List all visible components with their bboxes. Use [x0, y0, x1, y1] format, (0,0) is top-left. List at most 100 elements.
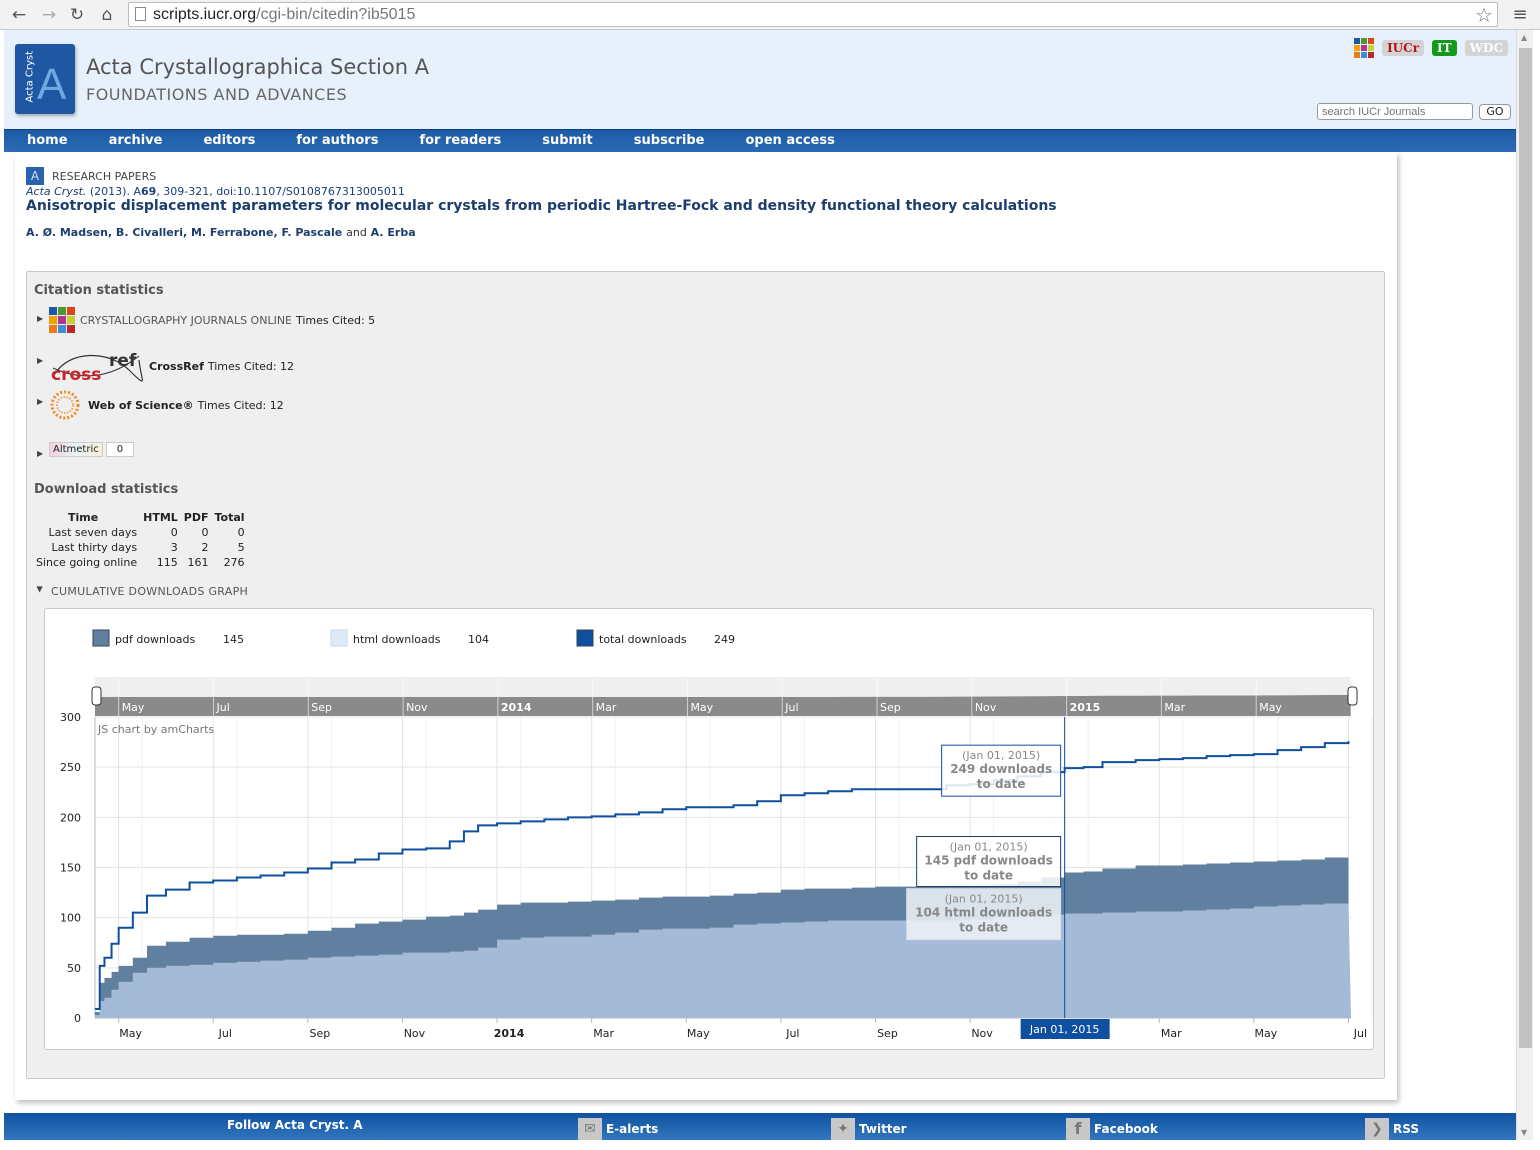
- legend-swatch-html-downloads: [330, 629, 348, 647]
- home-icon[interactable]: ⌂: [96, 4, 118, 26]
- col-html: HTML: [143, 511, 178, 524]
- authors-list[interactable]: A. Ø. Madsen, B. Civalleri, M. Ferrabone…: [26, 226, 342, 239]
- footer-link-rss[interactable]: ❯ RSS: [1365, 1118, 1419, 1140]
- balloon-date: (Jan 01, 2015): [950, 841, 1028, 854]
- col-total: Total: [214, 511, 245, 524]
- footer-link-twitter[interactable]: ✦ Twitter: [831, 1118, 907, 1140]
- url-path: /cgi-bin/citedin?ib5015: [256, 6, 416, 23]
- balloon-suffix: to date: [977, 777, 1026, 791]
- legend-value: 104: [468, 633, 489, 646]
- it-badge[interactable]: IT: [1432, 40, 1457, 56]
- scrollbar-label: May: [1259, 701, 1282, 714]
- ref-volume: 69: [141, 185, 157, 198]
- table-header: Time HTML PDF Total: [33, 510, 248, 525]
- iucr-badge[interactable]: IUCr: [1382, 40, 1425, 56]
- legend-swatch-pdf-downloads: [92, 629, 110, 647]
- journals-grid-icon[interactable]: [1354, 38, 1375, 58]
- altmetric-row[interactable]: Altmetric 0: [49, 442, 135, 457]
- journal-subtitle: FOUNDATIONS AND ADVANCES: [86, 85, 348, 104]
- footer-link-label: Facebook: [1094, 1122, 1158, 1136]
- scrollbar-thumb[interactable]: [1519, 48, 1532, 1048]
- citation-source: Web of Science®: [88, 398, 194, 412]
- y-tick-label: 100: [60, 912, 81, 925]
- y-tick-label: 300: [60, 711, 81, 724]
- nav-for-authors[interactable]: for authors: [296, 130, 378, 152]
- balloon-date: (Jan 01, 2015): [945, 893, 1023, 906]
- expand-triangle-icon[interactable]: ▶: [37, 449, 43, 458]
- search-input[interactable]: [1317, 103, 1473, 120]
- balloon-date: (Jan 01, 2015): [962, 749, 1040, 762]
- star-icon[interactable]: ☆: [1475, 3, 1493, 27]
- nav-home[interactable]: home: [27, 130, 68, 152]
- scroll-down-icon[interactable]: ▼: [1521, 1128, 1527, 1137]
- amcharts-credit: JS chart by amCharts: [97, 723, 214, 736]
- col-pdf: PDF: [183, 511, 209, 524]
- downloads-chart: pdf downloads 145 html downloads 104 total d…: [44, 608, 1374, 1050]
- section-header: A RESEARCH PAPERS: [26, 167, 156, 185]
- ref-doi[interactable]: , 309-321, doi:10.1107/S0108767313005011: [156, 185, 405, 198]
- cell: Since going online: [36, 556, 138, 569]
- citation-row-web-of-science[interactable]: Web of Science® Times Cited: 12: [49, 390, 284, 420]
- reload-icon[interactable]: ↻: [66, 4, 88, 26]
- expand-triangle-icon[interactable]: ▶: [37, 397, 43, 406]
- legend-swatch-total-downloads: [576, 629, 594, 647]
- page-scrollbar[interactable]: ▲ ▼: [1516, 30, 1533, 1140]
- forward-icon[interactable]: →: [38, 4, 60, 26]
- section-icon: A: [26, 167, 44, 185]
- cell: 5: [237, 541, 245, 554]
- citation-count: Times Cited: 12: [197, 398, 284, 412]
- cumulative-graph-toggle[interactable]: CUMULATIVE DOWNLOADS GRAPH: [51, 585, 248, 598]
- statistics-panel: Citation statistics ▶ CRYSTALLOGRAPHY JO…: [26, 271, 1385, 1079]
- footer-link-e-alerts[interactable]: ✉ E-alerts: [578, 1118, 658, 1140]
- legend-label: html downloads: [353, 633, 441, 646]
- scrollbar-label: Mar: [1164, 701, 1185, 714]
- crossref-logo-icon: cross ref: [51, 351, 143, 382]
- envelope-icon: ✉: [578, 1118, 602, 1140]
- nav-for-readers[interactable]: for readers: [419, 130, 501, 152]
- download-heading: Download statistics: [34, 482, 179, 497]
- scrollbar-label: May: [122, 701, 145, 714]
- article-title[interactable]: Anisotropic displacement parameters for …: [26, 198, 1057, 214]
- section-label: RESEARCH PAPERS: [52, 169, 157, 183]
- cell: 0: [201, 526, 209, 539]
- footer-link-label: RSS: [1393, 1122, 1419, 1136]
- x-tick-label: Jul: [785, 1027, 799, 1040]
- nav-archive[interactable]: archive: [109, 130, 163, 152]
- x-tick-label: Mar: [593, 1027, 614, 1040]
- author-last[interactable]: A. Erba: [371, 226, 416, 239]
- scrollbar-label: Nov: [406, 701, 428, 714]
- collapse-triangle-icon[interactable]: ▶: [36, 586, 45, 592]
- nav-editors[interactable]: editors: [203, 130, 255, 152]
- citation-heading: Citation statistics: [34, 283, 164, 298]
- url-host: scripts.iucr.org: [153, 6, 257, 23]
- article-authors: A. Ø. Madsen, B. Civalleri, M. Ferrabone…: [26, 226, 416, 239]
- footer-link-facebook[interactable]: f Facebook: [1066, 1118, 1158, 1140]
- crystallography-journals-icon: [49, 307, 75, 333]
- address-bar[interactable]: scripts.iucr.org/cgi-bin/citedin?ib5015 …: [128, 2, 1498, 27]
- footer-link-label: Twitter: [859, 1122, 907, 1136]
- journal-logo[interactable]: Acta Cryst A: [15, 44, 75, 114]
- hamburger-icon[interactable]: ≡: [1510, 4, 1530, 25]
- expand-triangle-icon[interactable]: ▶: [37, 314, 43, 323]
- back-icon[interactable]: ←: [8, 4, 30, 26]
- scrollbar-label: Mar: [596, 701, 617, 714]
- cell: 0: [237, 526, 245, 539]
- journal-title: Acta Crystallographica Section A: [86, 55, 430, 79]
- go-button[interactable]: GO: [1479, 104, 1511, 120]
- x-tick-label: Sep: [877, 1027, 898, 1040]
- main-nav: home archive editors for authors for rea…: [4, 129, 1516, 152]
- svg-text:cross: cross: [51, 365, 101, 382]
- citation-row-crystallography[interactable]: CRYSTALLOGRAPHY JOURNALS ONLINE Times Ci…: [49, 307, 375, 333]
- expand-triangle-icon[interactable]: ▶: [37, 356, 43, 365]
- nav-open-access[interactable]: open access: [746, 130, 835, 152]
- citation-row-crossref[interactable]: cross ref CrossRef Times Cited: 12: [49, 350, 294, 382]
- page-icon: [135, 7, 146, 21]
- scroll-up-icon[interactable]: ▲: [1521, 33, 1527, 42]
- download-table: Time HTML PDF Total Last seven days 0 0 0 L…: [33, 510, 248, 570]
- nav-submit[interactable]: submit: [542, 130, 593, 152]
- y-tick-label: 150: [60, 862, 81, 875]
- cell: 0: [170, 526, 178, 539]
- content-panel: A RESEARCH PAPERS Acta Cryst. (2013). A6…: [15, 152, 1397, 1100]
- wdc-badge[interactable]: WDC: [1464, 40, 1508, 56]
- nav-subscribe[interactable]: subscribe: [634, 130, 705, 152]
